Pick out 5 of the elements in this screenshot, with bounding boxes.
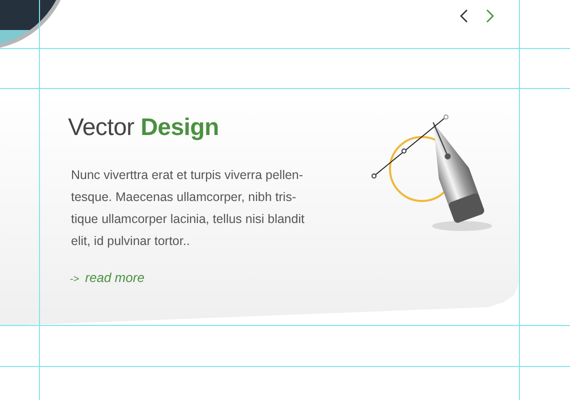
chevron-left-icon [460, 9, 468, 23]
chevron-right-icon [486, 9, 494, 23]
feature-description: Nunc viverttra erat et turpis viverra pellen- tesque. Maecenas ullamcorper, nibh tris- tique ullamcorper lacinia, tellus nisi blandit elit, id pulvinar tortor.. [71, 167, 304, 250]
feature-title: Vector Design [68, 114, 219, 142]
read-more-link[interactable]: -> read more [70, 270, 144, 285]
